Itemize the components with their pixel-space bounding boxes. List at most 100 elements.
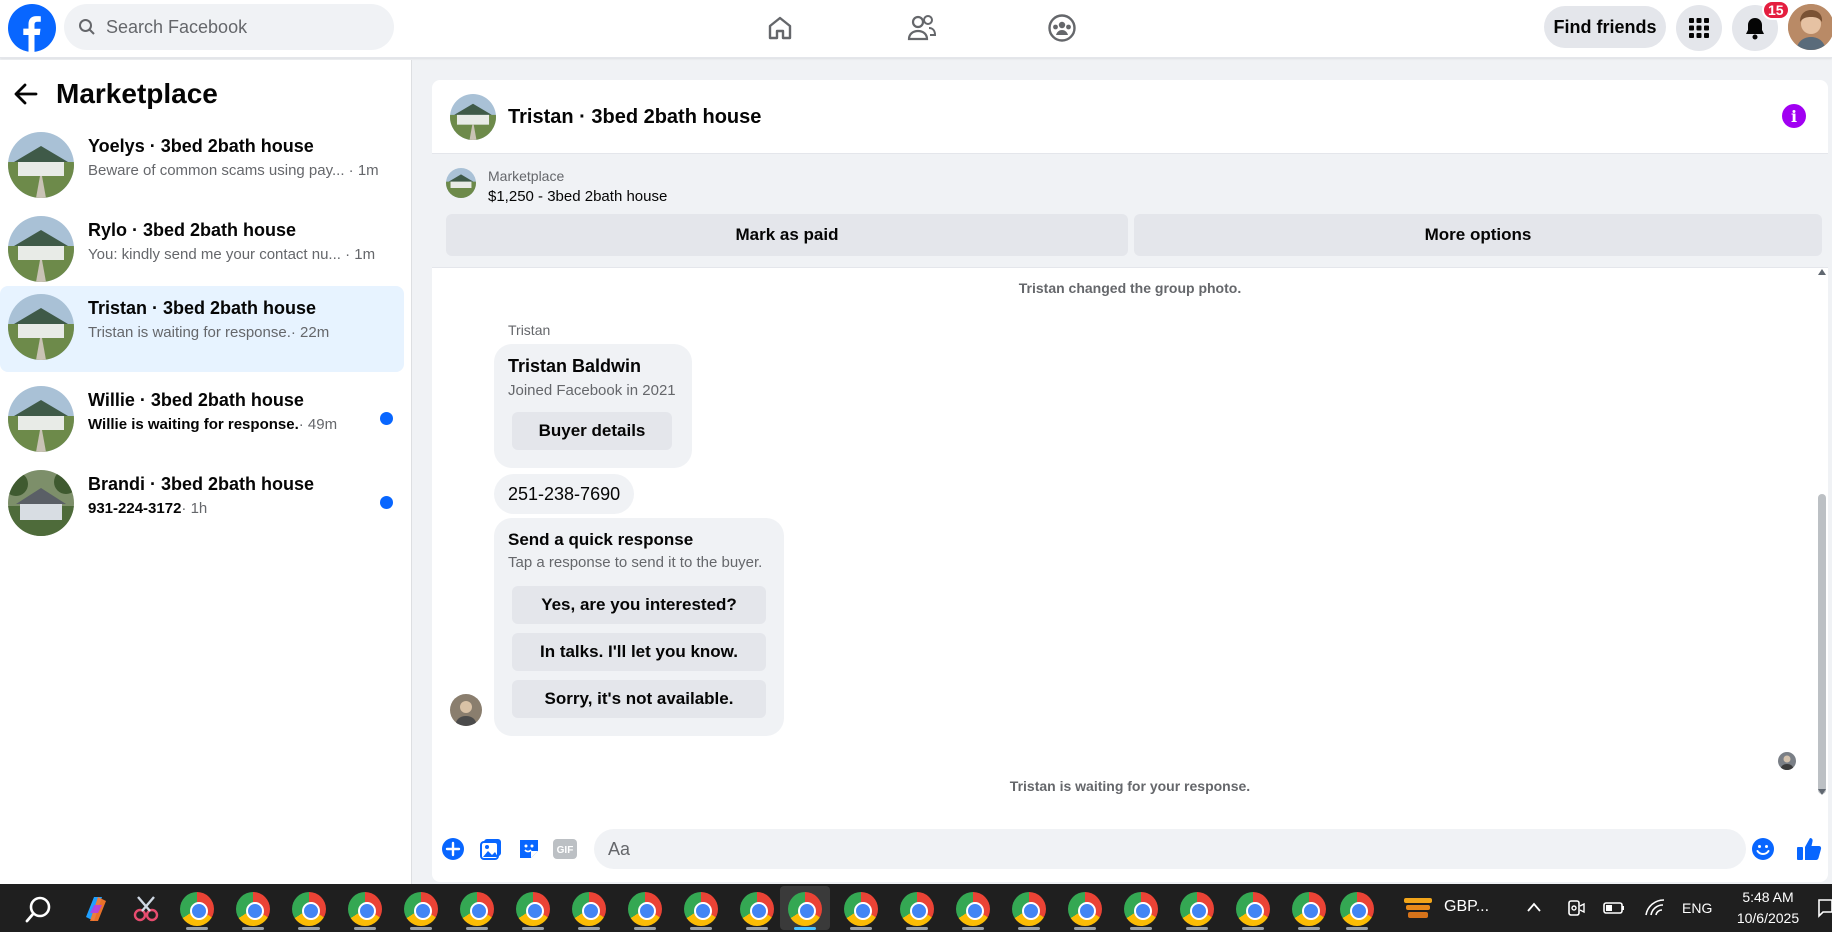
battery-icon[interactable] — [1602, 898, 1626, 923]
chat-scrollbar[interactable] — [1816, 268, 1826, 798]
chrome-app-icon[interactable] — [460, 892, 494, 926]
conversation-preview: Beware of common scams using pay... · 1m — [88, 162, 379, 179]
emoji-icon[interactable] — [1750, 836, 1776, 862]
chrome-app-icon-active[interactable] — [788, 892, 822, 926]
app-running-indicator — [522, 927, 544, 930]
message-composer: GIF Aa — [432, 820, 1828, 876]
buyer-name: Tristan Baldwin — [508, 356, 642, 376]
listing-thumbnail — [8, 216, 74, 282]
chat-thumbnail[interactable] — [450, 94, 496, 140]
quick-response-option[interactable]: In talks. I'll let you know. — [512, 633, 766, 671]
wifi-icon[interactable] — [1644, 898, 1666, 923]
chrome-app-icon[interactable] — [740, 892, 774, 926]
message-thread: Tristan changed the group photo. Tristan… — [432, 268, 1828, 808]
chrome-app-icon[interactable] — [684, 892, 718, 926]
camera-icon[interactable] — [1566, 898, 1586, 923]
listing-kind: Marketplace — [488, 168, 565, 184]
chrome-app-icon[interactable] — [900, 892, 934, 926]
conversation-preview: Tristan is waiting for response.· 22m — [88, 324, 330, 341]
language-indicator[interactable]: ENG — [1682, 900, 1712, 916]
profile-avatar[interactable] — [1788, 4, 1832, 50]
sticker-icon[interactable] — [516, 836, 542, 862]
conversation-row[interactable]: Yoelys · 3bed 2bath house Beware of comm… — [0, 124, 404, 210]
chrome-app-icon[interactable] — [1236, 892, 1270, 926]
scroll-up-icon[interactable] — [1817, 268, 1827, 276]
chrome-app-icon[interactable] — [1124, 892, 1158, 926]
stocks-widget-label[interactable]: GBP... — [1444, 898, 1489, 916]
chat-title[interactable]: Tristan · 3bed 2bath house — [508, 106, 761, 129]
page-title: Marketplace — [56, 78, 218, 109]
search-input[interactable]: Search Facebook — [64, 4, 394, 50]
chrome-app-icon[interactable] — [292, 892, 326, 926]
chrome-app-icon[interactable] — [1292, 892, 1326, 926]
conversation-row[interactable]: Brandi · 3bed 2bath house 931-224-3172· … — [0, 462, 404, 548]
chrome-app-icon[interactable] — [404, 892, 438, 926]
chrome-app-icon[interactable] — [1340, 892, 1374, 926]
listing-thumbnail — [8, 386, 74, 452]
clock-time[interactable]: 5:48 AM — [1736, 889, 1800, 905]
chrome-app-icon[interactable] — [516, 892, 550, 926]
chevron-up-icon[interactable] — [1526, 900, 1542, 918]
system-message: Tristan changed the group photo. — [1018, 280, 1242, 296]
quick-response-bubble: Send a quick response Tap a response to … — [494, 518, 784, 736]
like-thumbs-up-icon[interactable] — [1796, 836, 1822, 862]
back-arrow-icon[interactable] — [14, 83, 38, 105]
menu-grid-icon[interactable] — [1676, 5, 1722, 51]
info-icon[interactable]: i — [1782, 104, 1806, 128]
app-running-indicator — [1346, 927, 1368, 930]
unread-dot — [380, 412, 393, 425]
chat-panel: Tristan · 3bed 2bath house i Marketplace… — [432, 80, 1828, 882]
app-running-indicator — [1074, 927, 1096, 930]
search-icon[interactable] — [24, 894, 54, 929]
chrome-app-icon[interactable] — [1180, 892, 1214, 926]
conversation-row[interactable]: Willie · 3bed 2bath house Willie is wait… — [0, 378, 404, 464]
read-receipt-avatar — [1778, 752, 1796, 770]
marketplace-inbox-sidebar: Marketplace Yoelys · 3bed 2bath house Be… — [0, 60, 412, 884]
chrome-app-icon[interactable] — [1012, 892, 1046, 926]
app-running-indicator — [690, 927, 712, 930]
groups-icon[interactable] — [1044, 10, 1080, 46]
quick-response-option[interactable]: Sorry, it's not available. — [512, 680, 766, 718]
listing-thumbnail — [446, 168, 476, 198]
scroll-down-icon[interactable] — [1817, 788, 1827, 796]
mark-as-paid-button[interactable]: Mark as paid — [446, 214, 1128, 256]
chrome-app-icon[interactable] — [844, 892, 878, 926]
friends-icon[interactable] — [904, 10, 940, 46]
chrome-app-icon[interactable] — [348, 892, 382, 926]
home-icon[interactable] — [762, 10, 798, 46]
sender-name: Tristan — [508, 322, 551, 338]
conversation-title: Yoelys · 3bed 2bath house — [88, 136, 314, 156]
chrome-app-icon[interactable] — [180, 892, 214, 926]
chrome-app-icon[interactable] — [628, 892, 662, 926]
scrollbar-thumb[interactable] — [1818, 494, 1826, 794]
quick-response-option[interactable]: Yes, are you interested? — [512, 586, 766, 624]
conversation-row[interactable]: Rylo · 3bed 2bath house You: kindly send… — [0, 208, 404, 294]
photo-icon[interactable] — [478, 836, 504, 862]
copilot-icon[interactable] — [80, 893, 112, 930]
app-running-indicator — [578, 927, 600, 930]
facebook-logo-icon[interactable] — [8, 4, 56, 52]
notification-center-icon[interactable] — [1818, 898, 1832, 923]
svg-text:GIF: GIF — [557, 845, 574, 856]
chrome-app-icon[interactable] — [236, 892, 270, 926]
add-plus-icon[interactable] — [440, 836, 466, 862]
gif-icon[interactable]: GIF — [552, 836, 578, 862]
conversation-row-selected[interactable]: Tristan · 3bed 2bath house Tristan is wa… — [0, 286, 404, 372]
app-running-indicator — [1018, 927, 1040, 930]
listing-thumbnail — [8, 470, 74, 536]
notification-count-badge: 15 — [1762, 0, 1790, 20]
chrome-app-icon[interactable] — [956, 892, 990, 926]
clock-date[interactable]: 10/6/2025 — [1726, 910, 1810, 926]
conversation-title: Rylo · 3bed 2bath house — [88, 220, 297, 240]
stocks-widget-icon[interactable] — [1402, 896, 1434, 925]
app-running-indicator — [1298, 927, 1320, 930]
chrome-app-icon[interactable] — [1068, 892, 1102, 926]
listing-price-title[interactable]: $1,250 - 3bed 2bath house — [488, 188, 667, 205]
buyer-details-button[interactable]: Buyer details — [512, 412, 672, 450]
more-options-button[interactable]: More options — [1134, 214, 1822, 256]
snipping-tool-icon[interactable] — [130, 893, 162, 930]
chrome-app-icon[interactable] — [572, 892, 606, 926]
find-friends-button[interactable]: Find friends — [1544, 6, 1666, 48]
conversation-title: Willie · 3bed 2bath house — [88, 390, 304, 410]
message-input[interactable]: Aa — [594, 829, 1746, 869]
